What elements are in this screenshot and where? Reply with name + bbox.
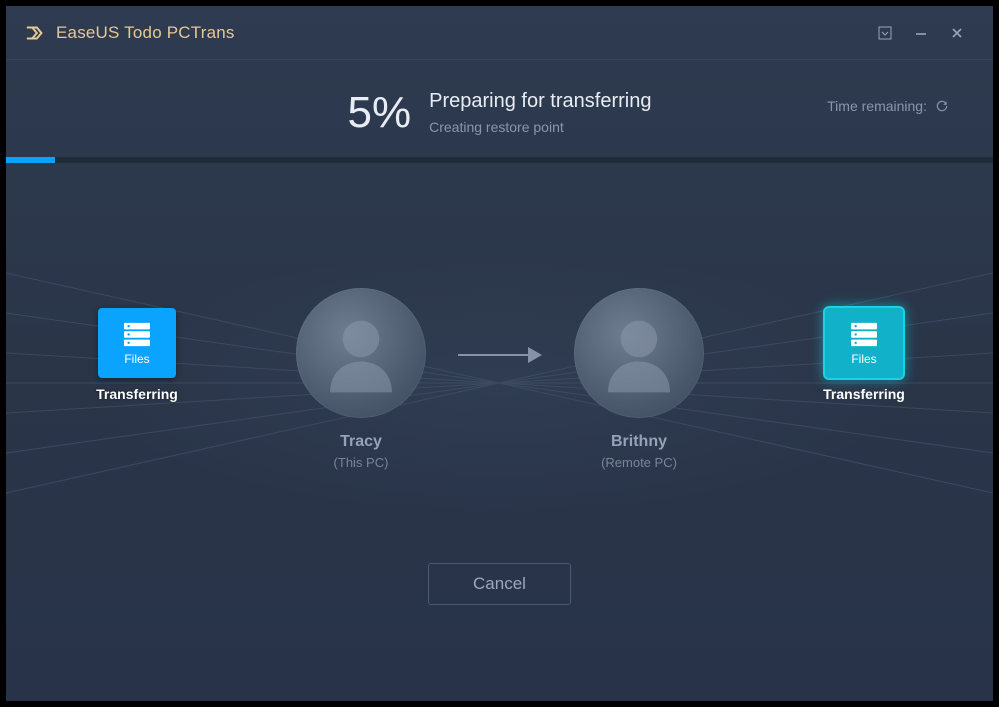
minimize-icon [914,26,928,40]
target-pc-label: Brithny (Remote PC) [574,433,704,470]
progress-bar-fill [6,157,55,163]
menu-dropdown-button[interactable] [867,15,903,51]
target-files-tile: Files [825,308,903,378]
transfer-stage: Files Transferring Files Transferring [6,193,993,573]
target-pc-name: Brithny [574,433,704,451]
close-button[interactable] [939,15,975,51]
person-icon [316,308,406,398]
target-tile-label: Files [851,352,876,366]
progress-subtitle: Creating restore point [429,119,651,135]
time-remaining: Time remaining: [827,98,949,114]
target-avatar [574,288,704,418]
server-icon [122,321,152,347]
progress-header: 5% Preparing for transferring Creating r… [6,90,993,135]
app-logo: EaseUS Todo PCTrans [24,22,235,44]
source-avatar [296,288,426,418]
app-window: EaseUS Todo PCTrans 5% Preparing for tra… [6,6,993,701]
logo-icon [24,22,46,44]
transfer-arrow [456,343,546,367]
time-remaining-label: Time remaining: [827,98,927,114]
source-files-tile: Files [98,308,176,378]
cancel-button[interactable]: Cancel [428,563,571,605]
app-title: EaseUS Todo PCTrans [56,23,235,43]
target-files-card: Files Transferring [821,308,907,402]
progress-title: Preparing for transferring [429,90,651,113]
source-files-card: Files Transferring [94,308,180,402]
close-icon [950,26,964,40]
source-tile-label: Files [124,352,149,366]
title-bar: EaseUS Todo PCTrans [6,6,993,60]
progress-bar [6,157,993,163]
minimize-button[interactable] [903,15,939,51]
progress-percent: 5% [348,91,412,135]
person-icon [594,308,684,398]
source-pc-name: Tracy [296,433,426,451]
progress-text: Preparing for transferring Creating rest… [429,90,651,135]
target-pc-role: (Remote PC) [574,455,704,470]
arrow-right-icon [456,343,546,367]
server-icon [849,321,879,347]
source-pc-label: Tracy (This PC) [296,433,426,470]
target-status: Transferring [821,386,907,402]
refresh-icon [935,99,949,113]
caret-down-box-icon [878,26,892,40]
source-pc-role: (This PC) [296,455,426,470]
source-status: Transferring [94,386,180,402]
